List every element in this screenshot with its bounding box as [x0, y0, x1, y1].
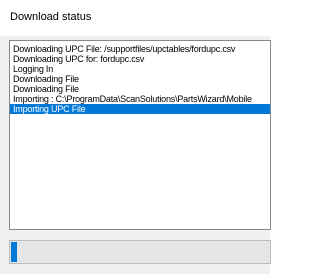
log-line[interactable]: Logging In [10, 64, 270, 74]
status-log-list[interactable]: Downloading UPC File: /supportfiles/upct… [9, 40, 271, 230]
log-line[interactable]: Importing : C:\ProgramData\ScanSolutions… [10, 94, 270, 104]
progress-fill [11, 242, 17, 262]
download-progress-bar [9, 240, 271, 264]
log-line[interactable]: Downloading UPC File: /supportfiles/upct… [10, 44, 270, 54]
log-line[interactable]: Downloading File [10, 84, 270, 94]
log-line[interactable]: Downloading UPC for: fordupc.csv [10, 54, 270, 64]
title-bar: Download status [0, 0, 270, 36]
download-status-window: Download status Downloading UPC File: /s… [0, 0, 271, 274]
log-line[interactable]: Downloading File [10, 74, 270, 84]
log-line-selected[interactable]: Importing UPC File [10, 104, 270, 114]
window-title: Download status [10, 11, 92, 23]
